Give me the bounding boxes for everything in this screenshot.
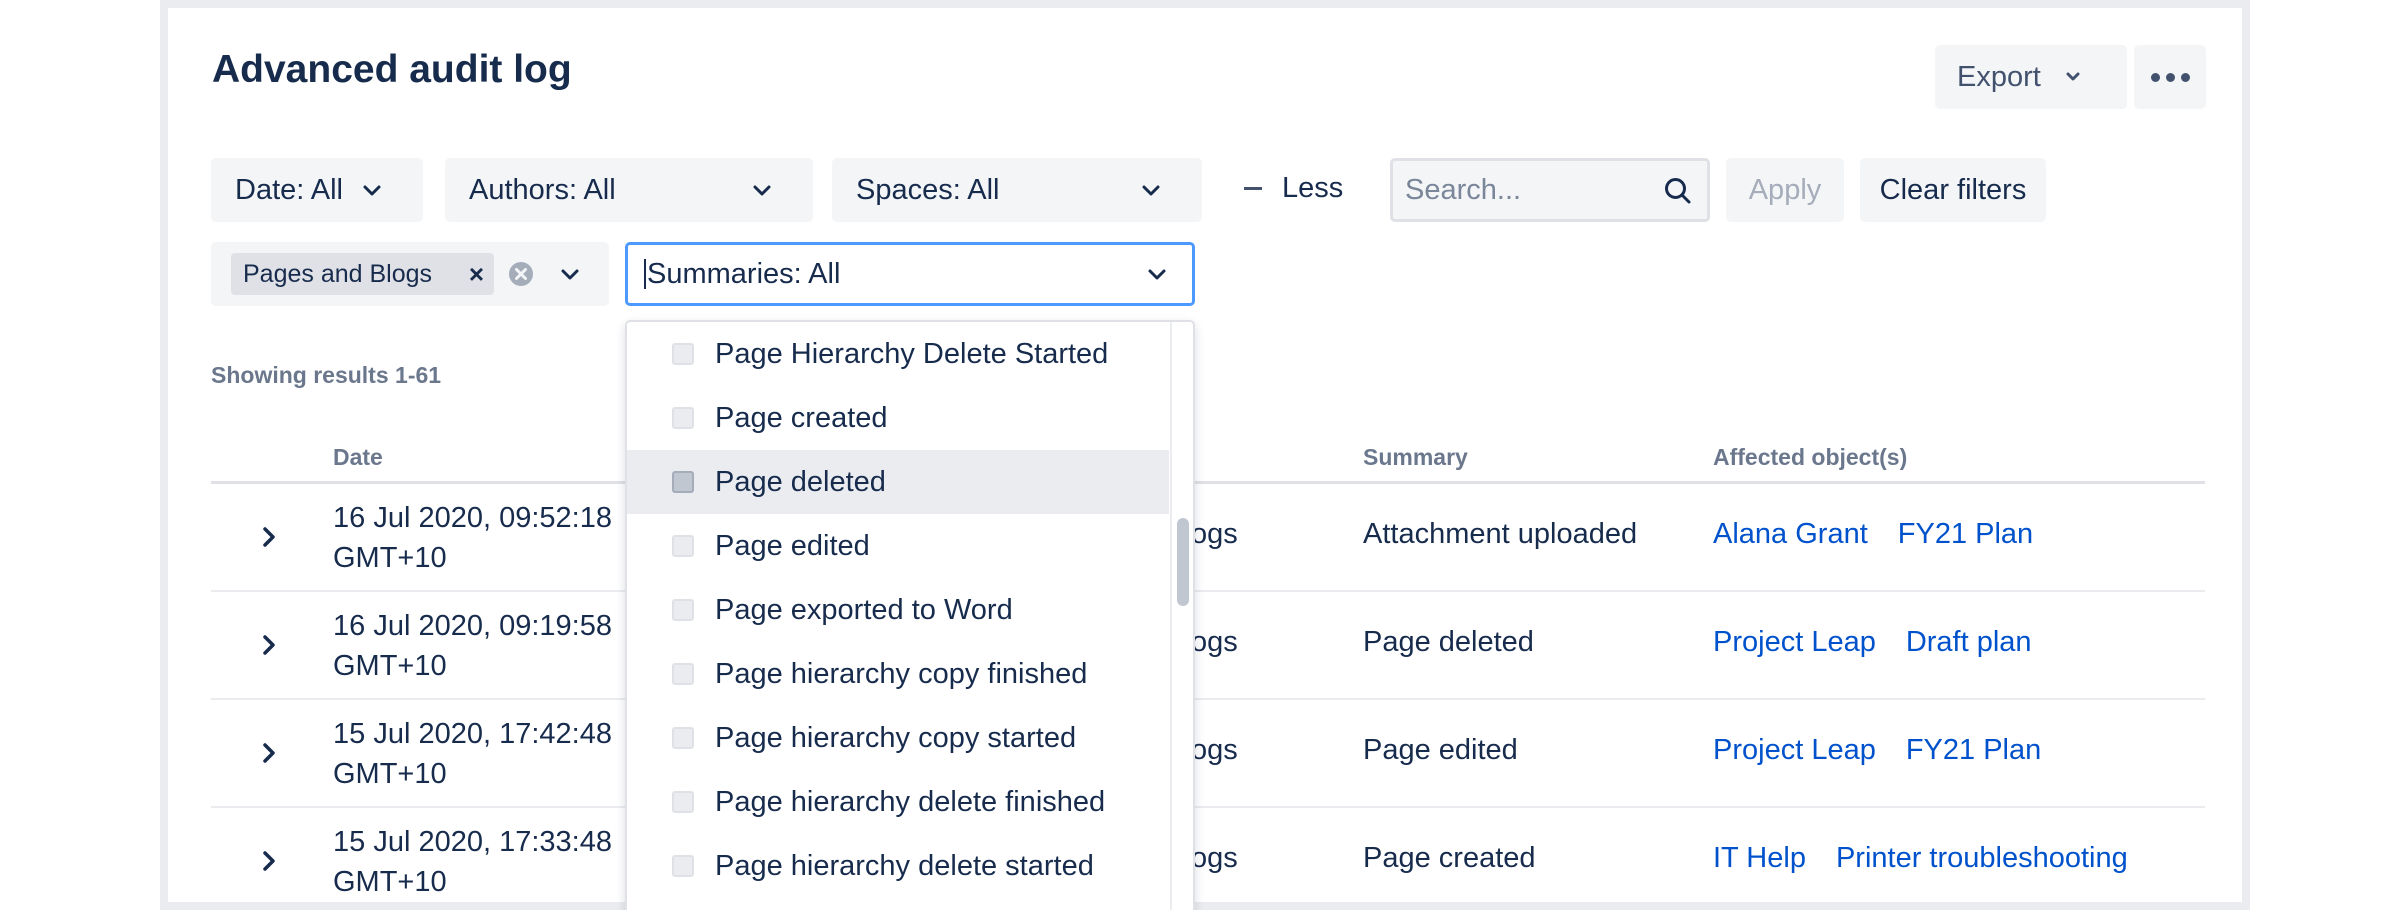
chevron-down-icon (1142, 185, 1160, 196)
dropdown-scrollbar-track[interactable] (1170, 322, 1172, 910)
dropdown-scrollbar-thumb[interactable] (1177, 518, 1189, 606)
row-category: ogs (1191, 842, 1238, 874)
dropdown-option[interactable]: Page hierarchy copy started (627, 706, 1169, 770)
table-row: 15 Jul 2020, 17:42:48 GMT+10 ogs Page edi… (211, 700, 2205, 808)
remove-chip-icon[interactable]: × (469, 261, 484, 287)
more-dots-icon (2150, 72, 2190, 82)
table-row: 16 Jul 2020, 09:19:58 GMT+10 ogs Page del… (211, 592, 2205, 700)
clear-selection-icon[interactable] (507, 260, 535, 288)
table-row: 16 Jul 2020, 09:52:18 GMT+10 ogs Attachme… (211, 484, 2205, 592)
category-filter[interactable]: Pages and Blogs × (211, 242, 609, 306)
chevron-down-icon (363, 185, 381, 196)
row-category: ogs (1191, 626, 1238, 658)
less-filters-toggle[interactable]: Less (1244, 172, 1343, 205)
chevron-down-icon (753, 185, 771, 196)
column-header-affected-objects: Affected object(s) (1713, 444, 1908, 470)
row-category: ogs (1191, 734, 1238, 766)
checkbox-icon (672, 407, 694, 429)
export-button[interactable]: Export (1935, 45, 2127, 109)
column-header-summary: Summary (1363, 444, 1468, 470)
affected-object-link[interactable]: IT Help (1713, 842, 1806, 875)
chevron-right-icon[interactable] (257, 846, 281, 876)
spaces-filter-label: Spaces: All (856, 173, 1000, 206)
row-summary: Page edited (1363, 734, 1518, 766)
category-chip: Pages and Blogs × (231, 253, 495, 295)
chevron-down-icon[interactable] (1146, 264, 1168, 286)
row-date: 15 Jul 2020, 17:42:48 GMT+10 (333, 718, 612, 790)
chevron-right-icon[interactable] (257, 630, 281, 660)
dropdown-option[interactable]: Page created (627, 386, 1169, 450)
search-icon (1665, 178, 1691, 204)
table-row: 15 Jul 2020, 17:33:48 GMT+10 ogs Page cre… (211, 808, 2205, 910)
clear-filters-button[interactable]: Clear filters (1860, 158, 2046, 222)
authors-filter-label: Authors: All (469, 173, 616, 206)
dropdown-option-hovered[interactable]: Page deleted (627, 450, 1169, 514)
results-count: Showing results 1-61 (211, 362, 442, 388)
checkbox-icon (672, 855, 694, 877)
row-date: 16 Jul 2020, 09:19:58 GMT+10 (333, 610, 612, 682)
chevron-down-icon[interactable] (559, 264, 581, 286)
checkbox-icon (672, 535, 694, 557)
affected-object-link[interactable]: FY21 Plan (1906, 734, 2041, 767)
dropdown-option[interactable]: Page edited (627, 514, 1169, 578)
affected-object-link[interactable]: Alana Grant (1713, 518, 1868, 551)
affected-object-link[interactable]: Project Leap (1713, 734, 1876, 767)
authors-filter[interactable]: Authors: All (445, 158, 813, 222)
row-summary: Attachment uploaded (1363, 518, 1638, 550)
minus-icon (1244, 187, 1262, 190)
summaries-dropdown-menu[interactable]: Page Hierarchy Delete Started Page creat… (625, 320, 1195, 910)
affected-object-link[interactable]: FY21 Plan (1898, 518, 2033, 551)
column-header-date: Date (333, 444, 383, 470)
checkbox-icon (672, 343, 694, 365)
dropdown-option[interactable]: Page hierarchy delete started (627, 834, 1169, 898)
checkbox-icon (672, 663, 694, 685)
row-summary: Page deleted (1363, 626, 1534, 658)
dropdown-option[interactable]: Page Hierarchy Delete Started (627, 322, 1169, 386)
dropdown-option[interactable]: Page exported to Word (627, 578, 1169, 642)
row-category: ogs (1191, 518, 1238, 550)
page-title: Advanced audit log (212, 48, 572, 91)
dropdown-option[interactable]: Page hierarchy delete finished (627, 770, 1169, 834)
search-input[interactable]: Search... (1390, 158, 1710, 222)
less-label: Less (1282, 172, 1344, 204)
affected-object-link[interactable]: Project Leap (1713, 626, 1876, 659)
checkbox-icon (672, 599, 694, 621)
summaries-filter-label: Summaries: All (647, 257, 841, 290)
affected-object-link[interactable]: Printer troubleshooting (1836, 842, 2128, 875)
dropdown-option[interactable]: Page hierarchy copy finished (627, 642, 1169, 706)
category-chip-label: Pages and Blogs (243, 259, 433, 288)
affected-object-link[interactable]: Draft plan (1906, 626, 2032, 659)
chevron-down-icon (2066, 72, 2080, 81)
date-filter[interactable]: Date: All (211, 158, 423, 222)
row-summary: Page created (1363, 842, 1536, 874)
summaries-filter-input[interactable]: Summaries: All (625, 242, 1195, 306)
spaces-filter[interactable]: Spaces: All (832, 158, 1202, 222)
search-placeholder: Search... (1405, 173, 1522, 206)
text-caret (644, 259, 646, 289)
row-date: 15 Jul 2020, 17:33:48 GMT+10 (333, 826, 612, 898)
checkbox-icon (672, 791, 694, 813)
chevron-right-icon[interactable] (257, 738, 281, 768)
apply-button[interactable]: Apply (1726, 158, 1844, 222)
row-date: 16 Jul 2020, 09:52:18 GMT+10 (333, 502, 612, 574)
checkbox-icon (672, 471, 694, 493)
chevron-right-icon[interactable] (257, 522, 281, 552)
export-label: Export (1957, 60, 2041, 93)
more-actions-button[interactable] (2134, 45, 2206, 109)
date-filter-label: Date: All (235, 173, 343, 206)
checkbox-icon (672, 727, 694, 749)
